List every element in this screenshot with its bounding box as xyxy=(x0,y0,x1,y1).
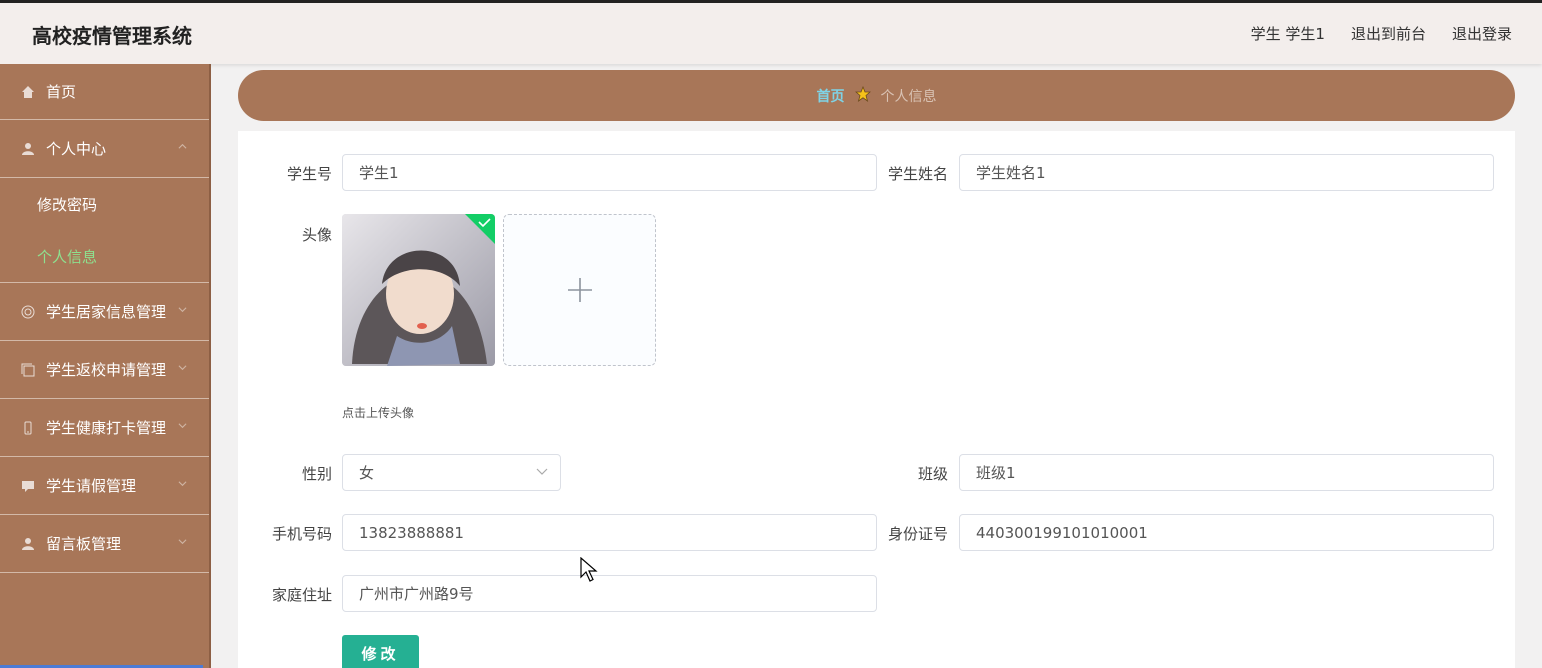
chevron-down-icon xyxy=(178,307,187,313)
sidebar-item-label: 个人中心 xyxy=(46,140,107,158)
sidebar-item-return-application[interactable]: 学生返校申请管理 xyxy=(0,341,209,399)
chevron-down-icon xyxy=(536,468,548,475)
exit-to-frontend-link[interactable]: 退出到前台 xyxy=(1351,23,1426,44)
class-field[interactable]: 班级1 xyxy=(959,454,1494,491)
gender-select[interactable]: 女 xyxy=(342,454,561,491)
avatar-label: 头像 xyxy=(301,226,332,244)
upload-hint: 点击上传头像 xyxy=(342,406,415,420)
sidebar-submenu-personal-center: 修改密码 个人信息 xyxy=(0,178,209,283)
student-name-label: 学生姓名 xyxy=(887,165,948,183)
student-name-field[interactable]: 学生姓名1 xyxy=(959,154,1494,191)
student-no-field[interactable]: 学生1 xyxy=(342,154,877,191)
chevron-down-icon xyxy=(178,481,187,487)
phone-icon xyxy=(20,420,36,436)
sidebar-item-label: 学生返校申请管理 xyxy=(46,361,167,379)
sidebar-item-leave-management[interactable]: 学生请假管理 xyxy=(0,457,209,515)
logout-link[interactable]: 退出登录 xyxy=(1452,23,1512,44)
gender-select-value: 女 xyxy=(359,464,375,482)
sidebar-item-personal-center[interactable]: 个人中心 xyxy=(0,120,209,178)
chevron-down-icon xyxy=(178,365,187,371)
user-icon xyxy=(20,141,36,157)
phone-field[interactable]: 13823888881 xyxy=(342,514,877,551)
address-field[interactable]: 广州市广州路9号 xyxy=(342,575,877,612)
avatar-image xyxy=(342,214,495,366)
sidebar-item-message-board[interactable]: 留言板管理 xyxy=(0,515,209,573)
avatar-upload-button[interactable] xyxy=(503,214,656,366)
profile-form: 学生号 学生1 学生姓名 学生姓名1 头像 点击上传头像 性别 女 班级 班级1… xyxy=(238,131,1515,668)
current-user-label: 学生 学生1 xyxy=(1250,25,1325,43)
sidebar-subitem-change-password[interactable]: 修改密码 xyxy=(0,178,209,230)
breadcrumb-home-link[interactable]: 首页 xyxy=(817,86,845,106)
target-icon xyxy=(20,304,36,320)
student-no-label: 学生号 xyxy=(286,165,332,183)
header-actions: 学生 学生1 退出到前台 退出登录 xyxy=(1251,23,1512,44)
top-header: 高校疫情管理系统 学生 学生1 退出到前台 退出登录 xyxy=(0,0,1542,64)
id-card-label: 身份证号 xyxy=(887,525,948,543)
chevron-up-icon xyxy=(178,143,187,149)
chevron-down-icon xyxy=(178,539,187,545)
phone-label: 手机号码 xyxy=(271,525,332,543)
sidebar-item-label: 学生居家信息管理 xyxy=(46,303,167,321)
sidebar-item-home-info[interactable]: 学生居家信息管理 xyxy=(0,283,209,341)
gender-label: 性别 xyxy=(301,465,332,483)
plus-icon xyxy=(567,278,592,302)
submit-button[interactable]: 修改 xyxy=(342,635,419,668)
sidebar-item-label: 学生健康打卡管理 xyxy=(46,419,167,437)
breadcrumb-current: 个人信息 xyxy=(880,88,937,105)
sidebar-item-label: 首页 xyxy=(46,83,77,101)
user-icon xyxy=(20,536,36,552)
sidebar-item-label: 学生请假管理 xyxy=(46,477,137,495)
class-label: 班级 xyxy=(917,465,948,483)
address-label: 家庭住址 xyxy=(271,586,332,604)
id-card-field[interactable]: 440300199101010001 xyxy=(959,514,1494,551)
copy-icon xyxy=(20,362,36,378)
sidebar-item-health-checkin[interactable]: 学生健康打卡管理 xyxy=(0,399,209,457)
sidebar-subitem-personal-info[interactable]: 个人信息 xyxy=(0,230,209,282)
message-icon xyxy=(20,478,36,494)
chevron-down-icon xyxy=(178,423,187,429)
sidebar-item-label: 留言板管理 xyxy=(46,535,122,553)
app-title: 高校疫情管理系统 xyxy=(32,24,192,48)
home-icon xyxy=(20,84,36,100)
breadcrumb: 首页 个人信息 xyxy=(238,70,1515,121)
sidebar: 首页 个人中心 修改密码 个人信息 学生居家信息管理 学生返校申请管理 学生健康… xyxy=(0,64,211,668)
star-icon xyxy=(854,85,871,106)
sidebar-item-home[interactable]: 首页 xyxy=(0,64,209,120)
